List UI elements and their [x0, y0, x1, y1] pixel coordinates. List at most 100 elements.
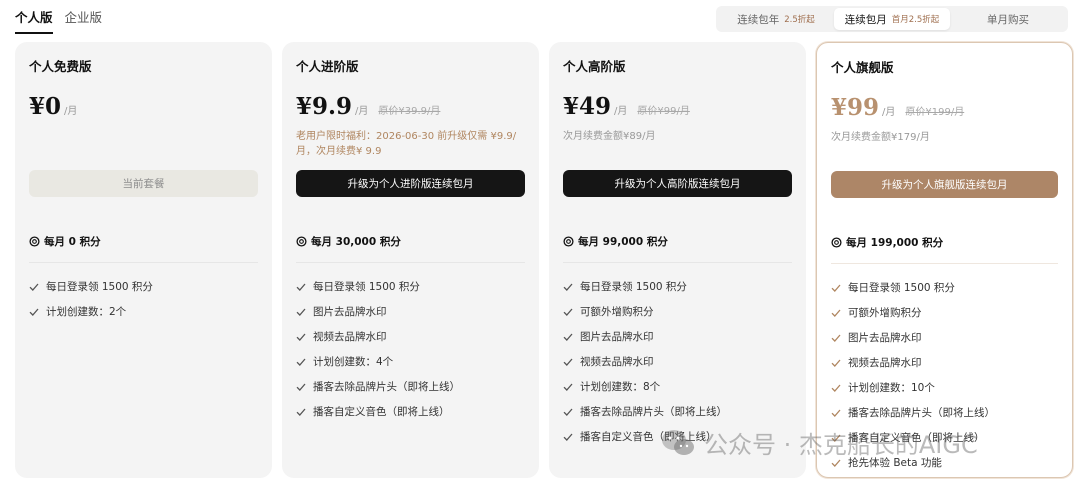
feature-text: 播客自定义音色（即将上线） — [580, 431, 717, 443]
coin-icon — [563, 236, 574, 247]
feature-list: 每日登录领 1500 积分 计划创建数：2个 — [29, 274, 258, 324]
check-icon — [563, 333, 573, 341]
plan-card-advanced: 个人进阶版 ¥9.9 /月 原价¥39.9/月 老用户限时福利：2026-06-… — [282, 42, 539, 478]
monthly-credits: 每月 99,000 积分 — [563, 234, 792, 263]
feature-text: 抢先体验 Beta 功能 — [848, 457, 942, 469]
price-period: /月 — [614, 106, 628, 117]
upgrade-advanced-button[interactable]: 升级为个人进阶版连续包月 — [296, 170, 525, 197]
feature-text: 图片去品牌水印 — [313, 306, 387, 318]
list-item: 每日登录领 1500 积分 — [831, 275, 1058, 300]
feature-text: 图片去品牌水印 — [580, 331, 654, 343]
list-item: 计划创建数：4个 — [296, 349, 525, 374]
list-item: 计划创建数：8个 — [563, 374, 792, 399]
check-icon — [296, 283, 306, 291]
upgrade-pro-button[interactable]: 升级为个人高阶版连续包月 — [563, 170, 792, 197]
check-icon — [296, 383, 306, 391]
billing-option-label: 单月购买 — [987, 13, 1029, 26]
list-item: 播客自定义音色（即将上线） — [296, 399, 525, 424]
billing-option-label: 连续包年 — [737, 13, 780, 26]
plan-name: 个人免费版 — [29, 59, 92, 74]
plan-note: 老用户限时福利：2026-06-30 前升级仅需 ¥9.9/月，次月续费¥ 9.… — [296, 131, 517, 157]
plan-note — [29, 129, 258, 165]
tab-enterprise[interactable]: 企业版 — [65, 7, 103, 34]
list-item: 每日登录领 1500 积分 — [563, 274, 792, 299]
credits-label: 每月 199,000 积分 — [846, 237, 944, 249]
check-icon — [29, 308, 39, 316]
feature-text: 计划创建数：8个 — [580, 381, 661, 393]
billing-discount-tag: 2.5折起 — [784, 15, 815, 25]
check-icon — [831, 359, 841, 367]
credits-label: 每月 30,000 积分 — [311, 236, 401, 248]
price-row: ¥9.9 /月 原价¥39.9/月 — [296, 93, 525, 123]
feature-text: 播客自定义音色（即将上线） — [848, 432, 985, 444]
billing-period-toggle: 连续包年 2.5折起 连续包月 首月2.5折起 单月购买 — [716, 6, 1068, 32]
feature-text: 播客去除品牌片头（即将上线） — [313, 381, 460, 393]
list-item: 可额外增购积分 — [563, 299, 792, 324]
monthly-credits: 每月 199,000 积分 — [831, 235, 1058, 264]
price-row: ¥99 /月 原价¥199/月 — [831, 94, 1058, 124]
feature-text: 计划创建数：4个 — [313, 356, 394, 368]
list-item: 可额外增购积分 — [831, 300, 1058, 325]
feature-text: 可额外增购积分 — [580, 306, 654, 318]
monthly-credits: 每月 30,000 积分 — [296, 234, 525, 263]
plan-name: 个人旗舰版 — [831, 60, 894, 75]
check-icon — [831, 409, 841, 417]
billing-discount-tag: 首月2.5折起 — [891, 15, 940, 25]
feature-list: 每日登录领 1500 积分 可额外增购积分 图片去品牌水印 视频去品牌水印 计划… — [563, 274, 792, 449]
feature-text: 可额外增购积分 — [848, 307, 922, 319]
plan-note: 次月续费金额¥89/月 — [563, 131, 656, 142]
list-item: 每日登录领 1500 积分 — [29, 274, 258, 299]
list-item: 视频去品牌水印 — [563, 349, 792, 374]
check-icon — [831, 284, 841, 292]
credits-label: 每月 99,000 积分 — [578, 236, 668, 248]
list-item: 图片去品牌水印 — [831, 325, 1058, 350]
plan-price: ¥9.9 — [296, 93, 353, 120]
check-icon — [296, 308, 306, 316]
feature-text: 视频去品牌水印 — [580, 356, 654, 368]
plan-cards: 个人免费版 ¥0 /月 当前套餐 每月 0 积分 每日登录领 1500 积分 计… — [15, 42, 1073, 478]
check-icon — [563, 408, 573, 416]
check-icon — [831, 459, 841, 467]
feature-list: 每日登录领 1500 积分 可额外增购积分 图片去品牌水印 视频去品牌水印 计划… — [831, 275, 1058, 475]
plan-name: 个人高阶版 — [563, 59, 626, 74]
billing-option-single-month[interactable]: 单月购买 — [950, 8, 1066, 30]
list-item: 播客自定义音色（即将上线） — [831, 425, 1058, 450]
coin-icon — [831, 237, 842, 248]
feature-text: 视频去品牌水印 — [848, 357, 922, 369]
plan-price: ¥99 — [831, 94, 880, 121]
list-item: 图片去品牌水印 — [563, 324, 792, 349]
plan-price: ¥49 — [563, 93, 612, 120]
feature-text: 播客去除品牌片头（即将上线） — [580, 406, 727, 418]
feature-text: 计划创建数：2个 — [46, 306, 127, 318]
check-icon — [831, 309, 841, 317]
list-item: 图片去品牌水印 — [296, 299, 525, 324]
price-row: ¥49 /月 原价¥99/月 — [563, 93, 792, 123]
current-plan-button: 当前套餐 — [29, 170, 258, 197]
coin-icon — [296, 236, 307, 247]
check-icon — [563, 433, 573, 441]
list-item: 播客去除品牌片头（即将上线） — [831, 400, 1058, 425]
feature-text: 每日登录领 1500 积分 — [46, 281, 153, 293]
check-icon — [563, 383, 573, 391]
list-item: 抢先体验 Beta 功能 — [831, 450, 1058, 475]
feature-text: 计划创建数：10个 — [848, 382, 935, 394]
list-item: 播客自定义音色（即将上线） — [563, 424, 792, 449]
upgrade-flagship-button[interactable]: 升级为个人旗舰版连续包月 — [831, 171, 1058, 198]
list-item: 视频去品牌水印 — [831, 350, 1058, 375]
list-item: 播客去除品牌片头（即将上线） — [296, 374, 525, 399]
tab-personal[interactable]: 个人版 — [15, 7, 53, 34]
feature-text: 每日登录领 1500 积分 — [313, 281, 420, 293]
original-price: 原价¥99/月 — [637, 106, 690, 117]
list-item: 计划创建数：2个 — [29, 299, 258, 324]
billing-option-monthly-auto[interactable]: 连续包月 首月2.5折起 — [834, 8, 950, 30]
feature-list: 每日登录领 1500 积分 图片去品牌水印 视频去品牌水印 计划创建数：4个 播… — [296, 274, 525, 424]
check-icon — [831, 434, 841, 442]
check-icon — [831, 334, 841, 342]
check-icon — [296, 408, 306, 416]
billing-option-yearly[interactable]: 连续包年 2.5折起 — [718, 8, 834, 30]
check-icon — [563, 358, 573, 366]
list-item: 播客去除品牌片头（即将上线） — [563, 399, 792, 424]
feature-text: 播客去除品牌片头（即将上线） — [848, 407, 995, 419]
original-price: 原价¥199/月 — [905, 107, 965, 118]
list-item: 计划创建数：10个 — [831, 375, 1058, 400]
